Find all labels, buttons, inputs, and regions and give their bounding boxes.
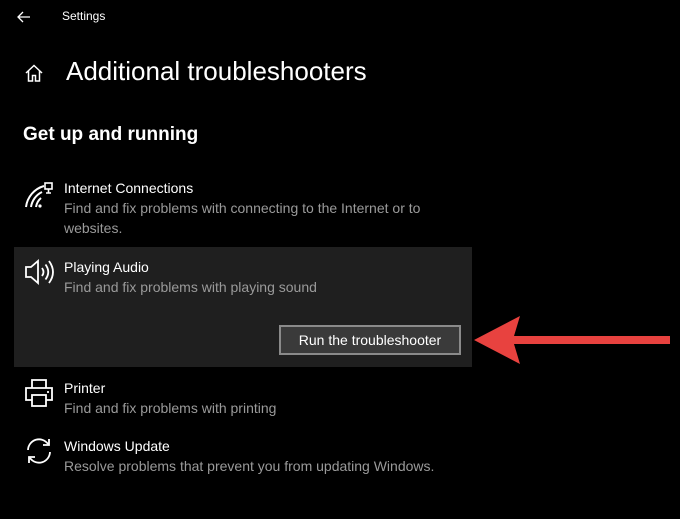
back-arrow-icon bbox=[17, 11, 30, 23]
troubleshooter-internet-connections[interactable]: Internet Connections Find and fix proble… bbox=[14, 170, 472, 242]
troubleshooter-name: Windows Update bbox=[64, 438, 170, 454]
troubleshooter-printer[interactable]: Printer Find and fix problems with print… bbox=[14, 372, 472, 424]
run-troubleshooter-button[interactable]: Run the troubleshooter bbox=[279, 325, 461, 355]
home-icon bbox=[25, 64, 43, 82]
window-title: Settings bbox=[62, 9, 106, 23]
section-title: Get up and running bbox=[23, 124, 199, 145]
home-button[interactable] bbox=[22, 61, 46, 85]
troubleshooter-name: Playing Audio bbox=[64, 259, 149, 275]
troubleshooter-description: Find and fix problems with connecting to… bbox=[64, 200, 421, 236]
troubleshooter-name: Printer bbox=[64, 380, 106, 396]
troubleshooter-windows-update[interactable]: Windows Update Resolve problems that pre… bbox=[14, 430, 472, 502]
title-bar: Settings bbox=[0, 0, 680, 34]
refresh-icon bbox=[27, 438, 51, 464]
annotation-arrow-icon bbox=[474, 316, 670, 364]
troubleshooter-description: Resolve problems that prevent you from u… bbox=[64, 458, 435, 474]
printer-icon bbox=[25, 379, 53, 407]
troubleshooter-description: Find and fix problems with playing sound bbox=[64, 279, 317, 295]
wifi-signal-icon bbox=[25, 182, 53, 208]
speaker-icon bbox=[25, 259, 54, 285]
page-title: Additional troubleshooters bbox=[66, 56, 367, 86]
troubleshooter-description: Find and fix problems with printing bbox=[64, 400, 277, 416]
troubleshooter-name: Internet Connections bbox=[64, 180, 194, 196]
back-button[interactable] bbox=[12, 6, 36, 28]
troubleshooter-playing-audio[interactable]: Playing Audio Find and fix problems with… bbox=[14, 247, 472, 367]
